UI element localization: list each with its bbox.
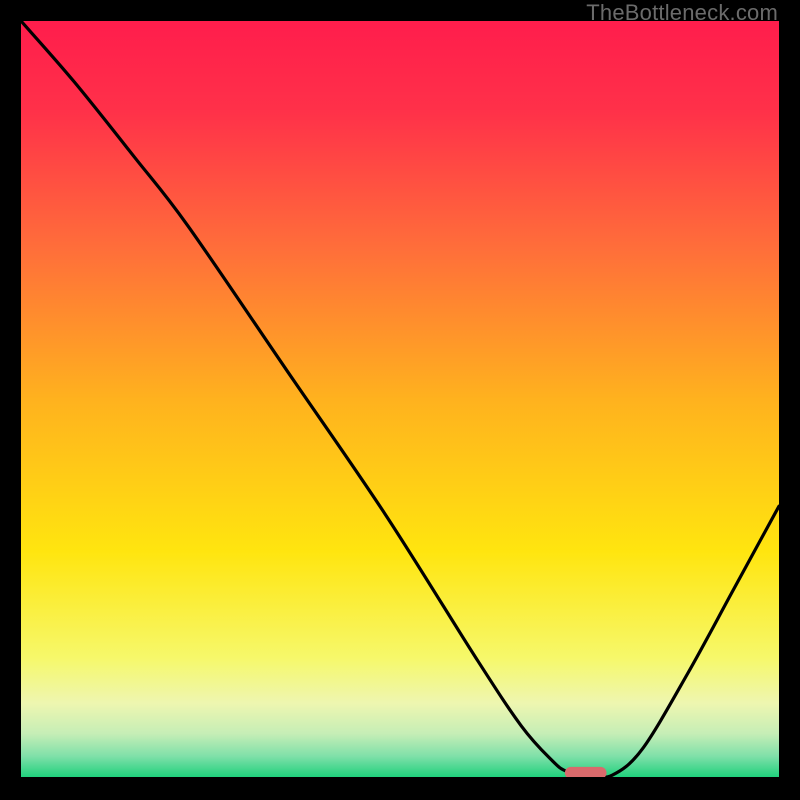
watermark-label: TheBottleneck.com (586, 0, 778, 26)
chart-frame (21, 21, 779, 779)
bottleneck-chart (21, 21, 779, 779)
heat-background (21, 21, 779, 779)
